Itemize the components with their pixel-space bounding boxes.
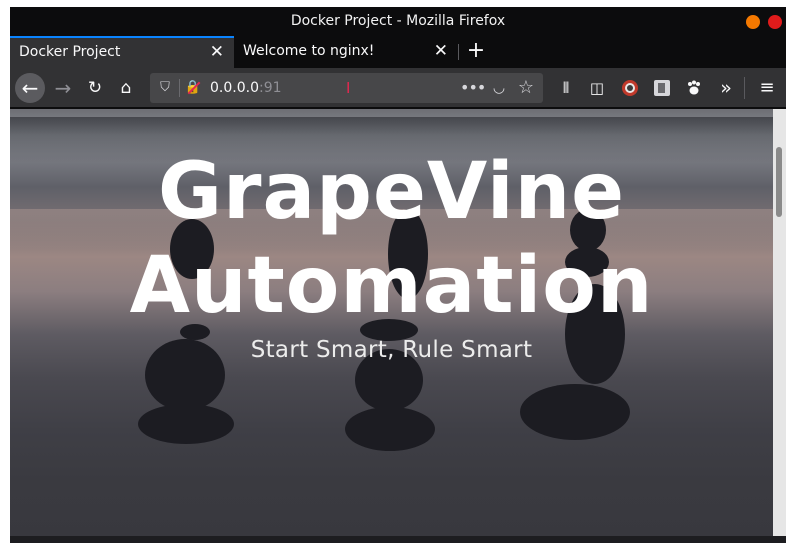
overflow-menu-icon[interactable]: » — [712, 73, 740, 103]
window-titlebar: Docker Project - Mozilla Firefox — [10, 7, 786, 36]
tab-divider — [458, 44, 459, 60]
browser-window: Docker Project - Mozilla Firefox Docker … — [10, 7, 786, 543]
forward-button[interactable]: → — [48, 73, 78, 103]
url-text[interactable]: 0.0.0.0:91 — [210, 73, 282, 103]
pocket-icon[interactable]: ◡ — [487, 73, 511, 103]
text-cursor-icon: I — [346, 79, 351, 97]
address-bar[interactable]: ⛉ 🔒 0.0.0.0:91 I ••• ◡ ☆ — [150, 73, 543, 103]
close-tab-icon[interactable]: ✕ — [434, 36, 448, 67]
tab-welcome-nginx[interactable]: Welcome to nginx! ✕ — [234, 36, 458, 68]
url-port: :91 — [258, 80, 282, 96]
page-content: GrapeVine Automation Start Smart, Rule S… — [10, 109, 773, 543]
tab-strip: Docker Project ✕ Welcome to nginx! ✕ + — [10, 36, 786, 68]
extension-avatar-icon[interactable] — [616, 73, 644, 103]
tab-docker-project[interactable]: Docker Project ✕ — [10, 36, 234, 68]
back-button[interactable]: ← — [15, 73, 45, 103]
home-button[interactable]: ⌂ — [111, 73, 141, 103]
stacked-stone — [520, 384, 630, 440]
close-window-button[interactable] — [768, 15, 782, 29]
scrollbar-thumb[interactable] — [776, 147, 782, 217]
page-scrollbar[interactable] — [773, 109, 786, 543]
urlbar-divider — [179, 79, 180, 97]
minimize-button[interactable] — [746, 15, 760, 29]
reload-button[interactable]: ↻ — [80, 73, 110, 103]
tab-label: Docker Project — [19, 44, 121, 60]
new-tab-button[interactable]: + — [464, 36, 488, 68]
page-actions-icon[interactable]: ••• — [460, 73, 486, 103]
window-title: Docker Project - Mozilla Firefox — [290, 13, 506, 29]
extension-paw-icon[interactable] — [680, 73, 708, 103]
stacked-stone — [138, 404, 234, 444]
hero-title-line-2: Automation — [129, 241, 654, 331]
bookmark-star-icon[interactable]: ☆ — [514, 73, 538, 103]
library-icon[interactable]: ⫴ — [552, 73, 580, 103]
tracking-shield-icon[interactable]: ⛉ — [156, 73, 174, 103]
tab-label: Welcome to nginx! — [243, 43, 375, 59]
close-tab-icon[interactable]: ✕ — [210, 38, 224, 67]
window-bottom-edge — [10, 536, 786, 543]
extension-tab-icon[interactable] — [648, 73, 676, 103]
navigation-toolbar: ← → ↻ ⌂ ⛉ 🔒 0.0.0.0:91 I ••• ◡ ☆ ⫴ ◫ » ≡ — [10, 68, 786, 108]
stacked-stone — [345, 407, 435, 451]
toolbar-divider — [744, 77, 745, 99]
hamburger-menu-icon[interactable]: ≡ — [753, 73, 781, 103]
hero-subtitle: Start Smart, Rule Smart — [250, 337, 533, 363]
hero-title-line-1: GrapeVine — [157, 147, 626, 237]
url-host: 0.0.0.0 — [210, 80, 259, 96]
sidebar-icon[interactable]: ◫ — [583, 73, 611, 103]
